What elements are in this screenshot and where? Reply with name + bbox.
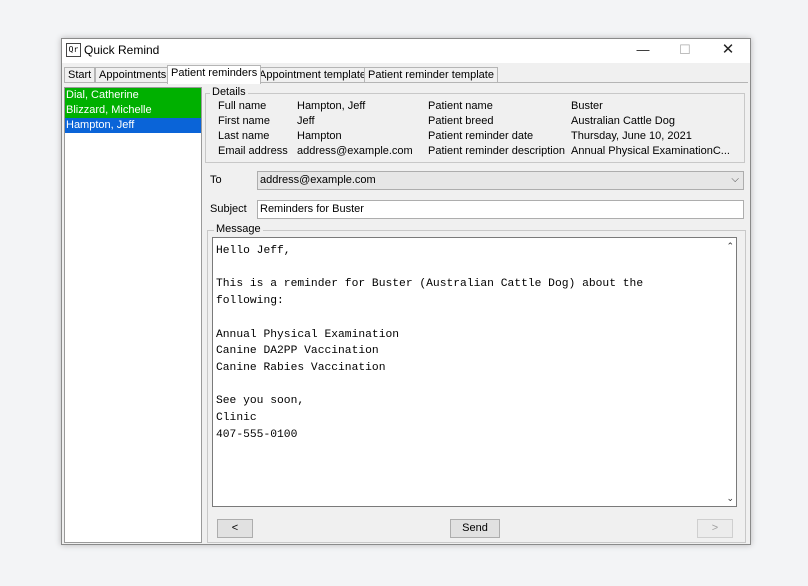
send-button[interactable]: Send [450, 519, 500, 538]
email-label: Email address [218, 145, 288, 157]
close-button[interactable]: ✕ [708, 39, 748, 63]
title-bar: Qr Quick Remind — ☐ ✕ [62, 39, 750, 63]
reminder-description-label: Patient reminder description [428, 145, 565, 157]
full-name-label: Full name [218, 100, 267, 112]
to-dropdown[interactable]: address@example.com ⌵ [257, 171, 744, 190]
list-item[interactable]: Dial, Catherine [65, 88, 201, 103]
last-name-value: Hampton [297, 130, 342, 142]
subject-input[interactable]: Reminders for Buster [257, 200, 744, 219]
tab-patient-reminder-template[interactable]: Patient reminder template [364, 67, 498, 83]
previous-button[interactable]: < [217, 519, 253, 538]
scroll-up-icon[interactable]: ⌃ [726, 241, 734, 252]
subject-value: Reminders for Buster [260, 203, 364, 215]
last-name-label: Last name [218, 130, 270, 142]
quick-remind-window: Qr Quick Remind — ☐ ✕ Start Appointments… [61, 38, 751, 545]
message-textarea[interactable]: Hello Jeff, This is a reminder for Buste… [212, 237, 737, 507]
app-icon: Qr [66, 43, 81, 57]
chevron-down-icon: ⌵ [731, 174, 739, 185]
scroll-down-icon[interactable]: ⌄ [726, 493, 734, 504]
first-name-label: First name [218, 115, 270, 127]
maximize-button[interactable]: ☐ [665, 39, 705, 63]
first-name-value: Jeff [297, 115, 315, 127]
patient-name-label: Patient name [428, 100, 493, 112]
window-title: Quick Remind [84, 43, 160, 57]
list-item-selected[interactable]: Hampton, Jeff [65, 118, 201, 133]
details-group: Details Full name Hampton, Jeff First na… [205, 86, 745, 163]
tab-start[interactable]: Start [64, 67, 96, 83]
patient-breed-value: Australian Cattle Dog [571, 115, 675, 127]
patient-name-value: Buster [571, 100, 603, 112]
details-title: Details [210, 86, 248, 98]
tab-patient-reminders[interactable]: Patient reminders [167, 65, 262, 84]
to-label: To [210, 174, 222, 186]
message-body[interactable]: Hello Jeff, This is a reminder for Buste… [216, 243, 716, 443]
reminder-description-value: Annual Physical ExaminationC... [571, 145, 730, 157]
list-item[interactable]: Blizzard, Michelle [65, 103, 201, 118]
reminder-date-label: Patient reminder date [428, 130, 534, 142]
tab-content: Dial, Catherine Blizzard, Michelle Hampt… [64, 82, 748, 543]
next-button[interactable]: > [697, 519, 733, 538]
patient-breed-label: Patient breed [428, 115, 494, 127]
email-value: address@example.com [297, 145, 413, 157]
to-value: address@example.com [260, 174, 376, 186]
subject-label: Subject [210, 203, 247, 215]
reminder-date-value: Thursday, June 10, 2021 [571, 130, 692, 142]
client-list[interactable]: Dial, Catherine Blizzard, Michelle Hampt… [64, 87, 202, 543]
tab-appointments[interactable]: Appointments [95, 67, 171, 83]
tab-appointment-template[interactable]: Appointment template [255, 67, 371, 83]
full-name-value: Hampton, Jeff [297, 100, 366, 112]
minimize-button[interactable]: — [623, 39, 663, 63]
message-label: Message [214, 223, 263, 235]
